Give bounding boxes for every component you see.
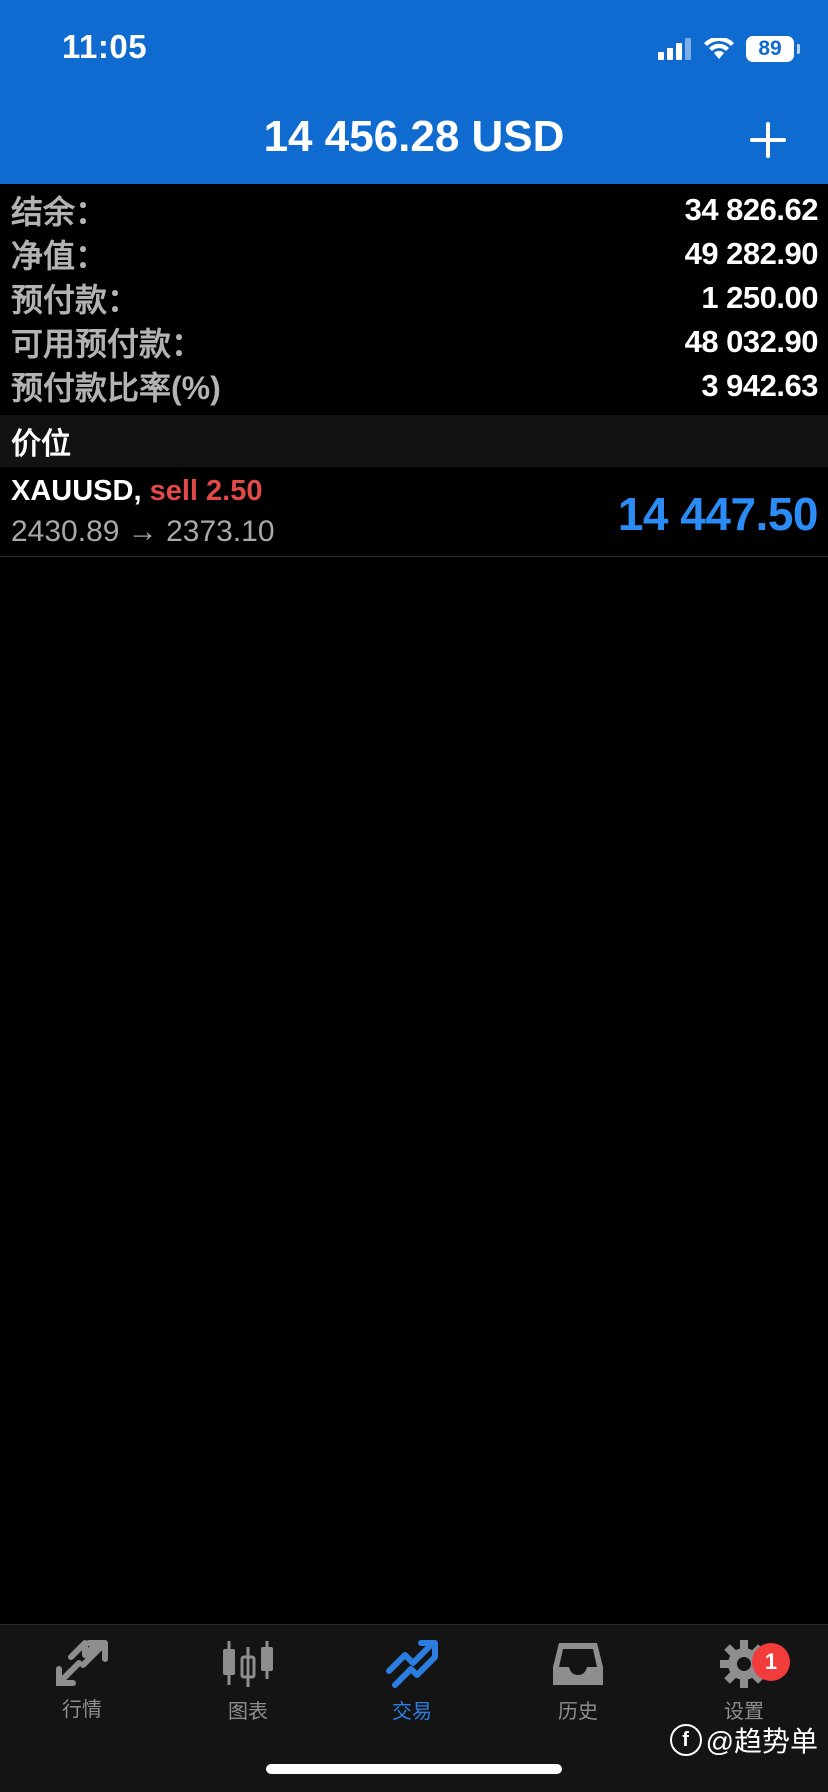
wifi-icon <box>704 38 734 59</box>
summary-label: 净值： <box>11 238 108 274</box>
battery-icon: 89 <box>746 36 800 62</box>
tab-label: 历史 <box>558 1701 598 1723</box>
home-indicator <box>266 1764 562 1774</box>
position-symbol: XAUUSD, <box>11 475 142 507</box>
tab-label: 交易 <box>392 1701 432 1723</box>
tab-chart[interactable]: 图表 <box>188 1639 308 1724</box>
summary-row-equity: 净值： 49 282.90 <box>0 232 828 276</box>
summary-value: 34 826.62 <box>684 192 819 227</box>
candlestick-chart-icon <box>223 1641 273 1687</box>
summary-value: 1 250.00 <box>701 280 818 315</box>
watermark: f @趋势单 <box>669 1720 818 1760</box>
status-time: 11:05 <box>62 28 148 65</box>
summary-row-margin: 预付款： 1 250.00 <box>0 276 828 320</box>
summary-row-margin-level: 预付款比率(%) 3 942.63 <box>0 364 828 408</box>
position-row[interactable]: XAUUSD, sell 2.50 2430.89 → 2373.10 14 4… <box>0 467 828 557</box>
history-inbox-icon <box>553 1643 603 1685</box>
summary-label: 预付款： <box>11 282 140 318</box>
position-side: sell 2.50 <box>149 475 263 507</box>
summary-row-balance: 结余： 34 826.62 <box>0 188 828 232</box>
position-profit: 14 447.50 <box>617 488 819 540</box>
summary-label: 结余： <box>11 194 108 230</box>
notification-badge: 1 <box>752 1643 790 1681</box>
quotes-icon <box>56 1640 108 1686</box>
summary-value: 3 942.63 <box>701 368 818 403</box>
tab-trade[interactable]: 交易 <box>352 1639 472 1724</box>
summary-label: 预付款比率(%) <box>11 370 221 406</box>
tab-quotes[interactable]: 行情 <box>22 1639 142 1722</box>
account-summary: 结余： 34 826.62 净值： 49 282.90 预付款： 1 250.0… <box>0 188 828 408</box>
header-title: 14 456.28 USD <box>263 112 565 161</box>
tab-label: 行情 <box>62 1699 102 1721</box>
position-title: XAUUSD, sell 2.50 <box>11 475 262 508</box>
tab-label: 图表 <box>228 1701 268 1723</box>
app-header: 11:05 89 14 456.28 USD <box>0 0 828 184</box>
section-header-positions: 价位 <box>0 415 828 467</box>
summary-value: 49 282.90 <box>684 236 819 271</box>
tab-history[interactable]: 历史 <box>518 1639 638 1724</box>
position-prices: 2430.89 → 2373.10 <box>11 515 275 548</box>
summary-row-free-margin: 可用预付款： 48 032.90 <box>0 320 828 364</box>
watermark-text: @趋势单 <box>705 1726 818 1757</box>
facebook-logo-icon: f <box>669 1724 702 1756</box>
cellular-signal-icon <box>658 38 691 60</box>
add-order-button[interactable] <box>748 120 788 160</box>
summary-value: 48 032.90 <box>684 324 819 359</box>
trade-icon <box>386 1640 438 1688</box>
summary-label: 可用预付款： <box>11 326 204 362</box>
status-icons: 89 <box>658 34 800 64</box>
tab-settings[interactable]: 设置 1 <box>684 1639 804 1724</box>
